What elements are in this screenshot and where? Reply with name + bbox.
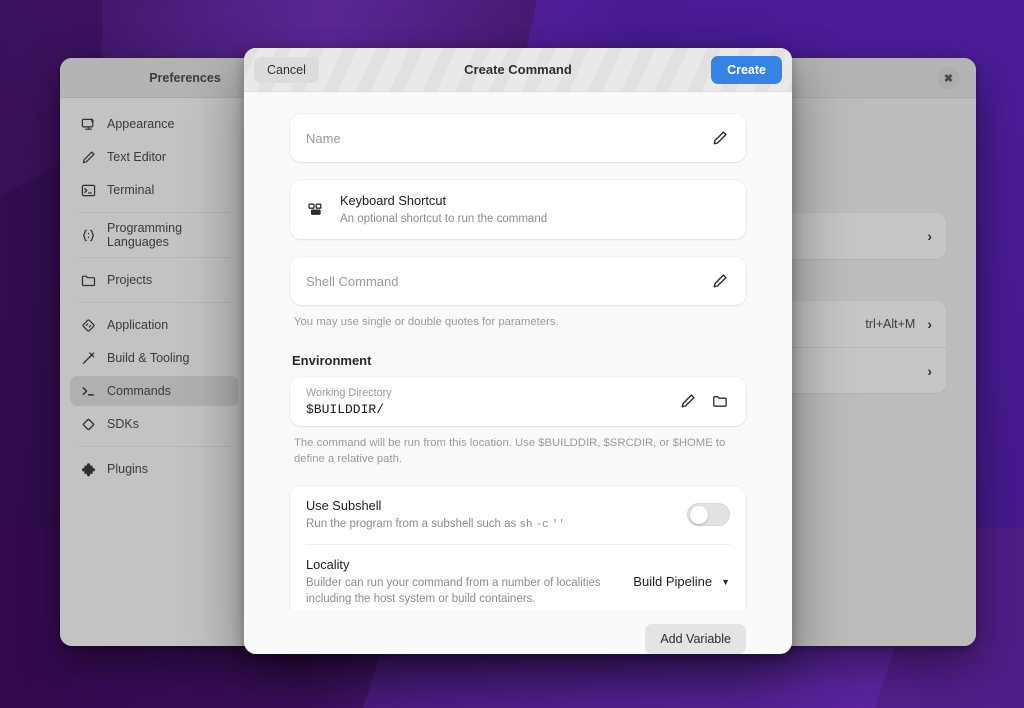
sidebar-item-label: Plugins <box>107 462 148 476</box>
cancel-button[interactable]: Cancel <box>254 56 319 83</box>
locality-selected-value: Build Pipeline <box>633 574 713 590</box>
name-input[interactable]: Name <box>290 114 746 162</box>
sidebar-item-projects[interactable]: Projects <box>70 265 238 295</box>
puzzle-icon <box>80 461 96 477</box>
use-subshell-mono-quotes: '' <box>551 518 565 531</box>
preferences-sidebar: Appearance Text Editor Terminal Programm… <box>60 98 248 646</box>
pencil-icon <box>80 149 96 165</box>
keyboard-shortcut-row[interactable]: Keyboard Shortcut An optional shortcut t… <box>290 180 746 239</box>
pencil-icon[interactable] <box>710 128 730 148</box>
sidebar-divider <box>78 446 230 447</box>
pencil-icon[interactable] <box>678 391 698 411</box>
working-directory-card: Working Directory $BUILDDIR/ <box>290 376 746 426</box>
sidebar-item-label: Text Editor <box>107 150 167 164</box>
use-subshell-row[interactable]: Use Subshell Run the program from a subs… <box>290 486 746 544</box>
sdk-diamond-icon <box>80 416 96 432</box>
sidebar-item-label: Application <box>107 318 169 332</box>
environment-section-title: Environment <box>292 352 372 368</box>
use-subshell-toggle[interactable] <box>687 503 730 527</box>
keyboard-shortcut-card[interactable]: Keyboard Shortcut An optional shortcut t… <box>290 180 746 240</box>
chevron-right-icon: › <box>927 316 932 333</box>
use-subshell-subtitle-prefix: Run the program from a subshell such as <box>306 517 517 530</box>
sidebar-item-appearance[interactable]: Appearance <box>70 109 238 139</box>
use-subshell-title: Use Subshell <box>306 497 382 513</box>
appearance-icon <box>80 116 96 132</box>
sidebar-item-label: Appearance <box>107 117 175 131</box>
terminal-icon <box>80 182 96 198</box>
prompt-icon <box>80 383 96 399</box>
shell-command-placeholder: Shell Command <box>306 273 399 289</box>
locality-dropdown[interactable]: Build Pipeline ▼ <box>633 574 730 589</box>
toggle-knob <box>690 505 708 524</box>
content-row-value: trl+Alt+M <box>865 317 916 332</box>
sidebar-item-sdks[interactable]: SDKs <box>70 409 238 439</box>
dialog-headerbar: Cancel Create Command Create <box>244 48 792 92</box>
locality-subtitle: Builder can run your command from a numb… <box>306 577 601 606</box>
sidebar-item-plugins[interactable]: Plugins <box>70 454 238 484</box>
create-button[interactable]: Create <box>711 55 782 84</box>
sidebar-divider <box>78 212 230 213</box>
folder-icon[interactable] <box>710 391 730 411</box>
working-directory-hint: The command will be run from this locati… <box>294 436 726 466</box>
locality-row[interactable]: Locality Builder can run your command fr… <box>290 545 746 610</box>
close-icon[interactable]: ✖ <box>937 67 960 90</box>
sidebar-item-application[interactable]: Application <box>70 310 238 340</box>
pencil-icon[interactable] <box>710 271 730 291</box>
application-diamond-icon <box>80 317 96 333</box>
sidebar-item-label: Programming Languages <box>107 221 183 249</box>
sidebar-item-build-and-tooling[interactable]: Build & Tooling <box>70 343 238 373</box>
sidebar-divider <box>78 302 230 303</box>
folder-icon <box>80 272 96 288</box>
chevron-down-icon: ▼ <box>721 576 730 587</box>
use-subshell-mono-sh: sh <box>519 518 533 531</box>
keyboard-shortcut-subtitle: An optional shortcut to run the command <box>340 213 548 226</box>
sidebar-item-commands[interactable]: Commands <box>70 376 238 406</box>
sidebar-divider <box>78 257 230 258</box>
working-directory-label: Working Directory <box>306 386 392 399</box>
chevron-right-icon: › <box>927 362 932 379</box>
sidebar-item-label: Terminal <box>107 183 155 197</box>
shell-command-card: Shell Command <box>290 257 746 306</box>
keyboard-shortcut-icon <box>306 200 326 220</box>
use-subshell-subtitle: Run the program from a subshell such as … <box>306 516 675 533</box>
sidebar-item-programming-languages[interactable]: Programming Languages <box>70 220 238 250</box>
locality-title: Locality <box>306 556 350 572</box>
shell-command-input[interactable]: Shell Command <box>290 257 746 305</box>
sidebar-item-label: SDKs <box>107 417 139 431</box>
subshell-locality-card: Use Subshell Run the program from a subs… <box>290 485 746 610</box>
name-field-card: Name <box>290 114 746 162</box>
working-directory-row[interactable]: Working Directory $BUILDDIR/ <box>290 377 746 426</box>
code-braces-icon <box>80 227 96 243</box>
name-input-placeholder: Name <box>306 130 341 146</box>
dialog-title: Create Command <box>464 62 572 77</box>
working-directory-value: $BUILDDIR/ <box>306 401 385 417</box>
keyboard-shortcut-title: Keyboard Shortcut <box>340 193 446 208</box>
sidebar-item-text-editor[interactable]: Text Editor <box>70 142 238 172</box>
add-variable-button[interactable]: Add Variable <box>645 624 746 654</box>
sidebar-item-label: Build & Tooling <box>107 351 190 365</box>
hammer-icon <box>80 350 96 366</box>
use-subshell-mono-flag: -c <box>535 518 549 531</box>
sidebar-item-label: Projects <box>107 273 153 287</box>
dialog-body: Name Keyboard Shortcut An optional short… <box>244 92 792 610</box>
sidebar-item-terminal[interactable]: Terminal <box>70 175 238 205</box>
dialog-footer: Add Variable <box>244 610 792 654</box>
chevron-right-icon: › <box>927 228 932 245</box>
sidebar-item-label: Commands <box>107 384 171 398</box>
shell-command-hint: You may use single or double quotes for … <box>294 316 559 329</box>
create-command-dialog: Cancel Create Command Create Name Keyboa… <box>244 48 792 654</box>
